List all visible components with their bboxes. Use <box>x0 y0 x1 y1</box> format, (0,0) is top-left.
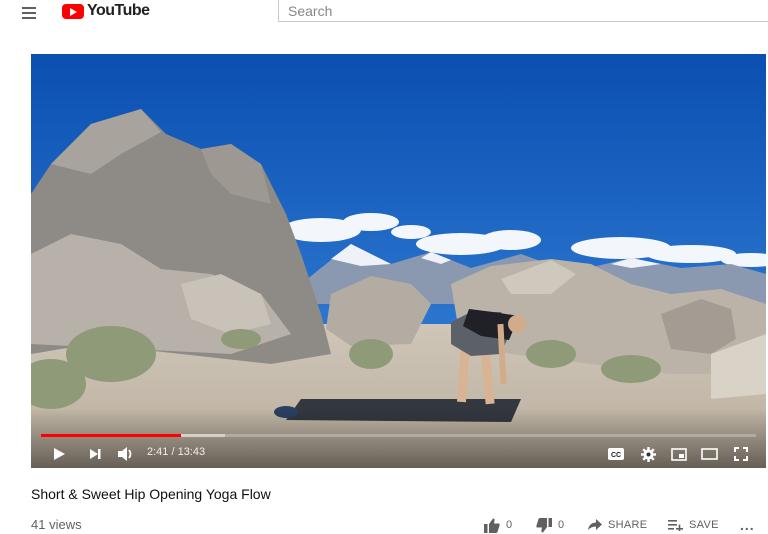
next-button[interactable] <box>85 444 105 464</box>
playlist-add-icon <box>668 520 683 531</box>
gear-icon <box>640 446 656 462</box>
volume-icon <box>118 447 132 461</box>
progress-bar[interactable] <box>41 434 756 437</box>
dislike-button[interactable]: 0 <box>536 517 564 533</box>
miniplayer-icon <box>671 447 687 461</box>
share-label: SHARE <box>608 519 648 531</box>
played-bar <box>41 434 182 437</box>
save-button[interactable]: SAVE <box>668 517 719 533</box>
search-box[interactable] <box>278 0 768 22</box>
masthead: YouTube <box>0 0 768 36</box>
dislike-count: 0 <box>558 519 565 531</box>
more-actions-button[interactable]: ... <box>740 517 755 533</box>
hamburger-menu-button[interactable] <box>20 4 40 20</box>
video-frame <box>31 54 766 468</box>
volume-button[interactable] <box>115 444 137 464</box>
theater-mode-icon <box>700 448 718 460</box>
play-icon <box>54 448 65 460</box>
closed-captions-icon: CC <box>608 448 624 460</box>
youtube-logo[interactable]: YouTube <box>62 1 150 21</box>
more-icon: ... <box>740 517 755 533</box>
play-button[interactable] <box>49 444 69 464</box>
miniplayer-button[interactable] <box>669 444 689 464</box>
youtube-play-icon <box>62 3 84 19</box>
subtitles-button[interactable]: CC <box>606 444 626 464</box>
thumbs-down-icon <box>536 517 552 532</box>
share-button[interactable]: SHARE <box>588 517 647 533</box>
theater-mode-button[interactable] <box>699 444 719 464</box>
view-count: 41 views <box>31 517 82 532</box>
search-input[interactable] <box>279 0 768 21</box>
share-arrow-icon <box>588 519 602 530</box>
settings-button[interactable] <box>638 444 658 464</box>
thumbs-up-icon <box>484 518 500 533</box>
svg-text:CC: CC <box>611 452 621 459</box>
save-label: SAVE <box>689 519 719 531</box>
like-count: 0 <box>506 519 513 531</box>
video-title: Short & Sweet Hip Opening Yoga Flow <box>31 486 271 502</box>
next-icon <box>90 449 101 459</box>
fullscreen-button[interactable] <box>731 444 751 464</box>
time-display: 2:41 / 13:43 <box>147 446 206 458</box>
fullscreen-icon <box>734 447 748 461</box>
like-button[interactable]: 0 <box>484 517 512 533</box>
video-player[interactable]: 2:41 / 13:43 CC <box>31 54 766 468</box>
logo-text: YouTube <box>87 2 150 19</box>
